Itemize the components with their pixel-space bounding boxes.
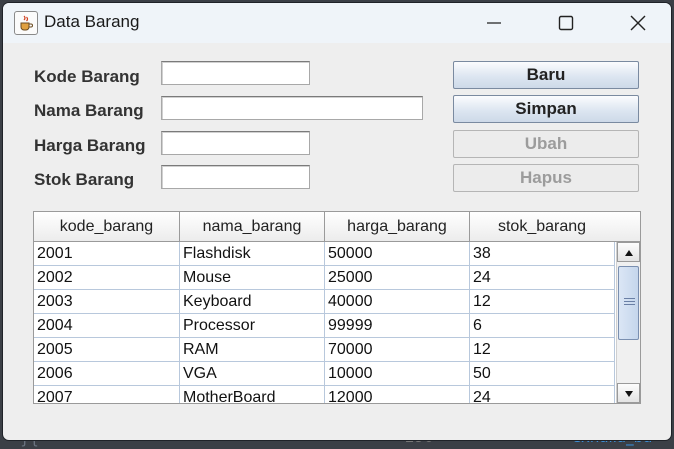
- table-row[interactable]: 2005 RAM 70000 12: [34, 338, 615, 362]
- harga-barang-label: Harga Barang: [34, 136, 146, 155]
- cell-nama-barang[interactable]: Mouse: [180, 266, 325, 290]
- table-header: kode_barang nama_barang harga_barang sto…: [34, 212, 640, 242]
- cell-stok-barang[interactable]: 24: [470, 386, 615, 403]
- cell-harga-barang[interactable]: 70000: [325, 338, 470, 362]
- baru-button[interactable]: Baru: [453, 61, 639, 89]
- arrow-up-icon: [625, 250, 633, 256]
- cell-harga-barang[interactable]: 25000: [325, 266, 470, 290]
- scroll-down-button[interactable]: [617, 383, 640, 403]
- table-row[interactable]: 2002 Mouse 25000 24: [34, 266, 615, 290]
- cell-stok-barang[interactable]: 24: [470, 266, 615, 290]
- table-row[interactable]: 2004 Processor 99999 6: [34, 314, 615, 338]
- cell-kode-barang[interactable]: 2002: [34, 266, 180, 290]
- kode-barang-label: Kode Barang: [34, 67, 140, 86]
- nama-barang-field[interactable]: [161, 96, 423, 120]
- cell-stok-barang[interactable]: 6: [470, 314, 615, 338]
- column-header-nama-barang[interactable]: nama_barang: [180, 212, 325, 241]
- title-bar[interactable]: Data Barang: [3, 3, 671, 43]
- cell-kode-barang[interactable]: 2004: [34, 314, 180, 338]
- cell-nama-barang[interactable]: RAM: [180, 338, 325, 362]
- minimize-button[interactable]: [471, 3, 517, 43]
- cell-nama-barang[interactable]: MotherBoard: [180, 386, 325, 403]
- cell-harga-barang[interactable]: 10000: [325, 362, 470, 386]
- minimize-icon: [487, 22, 501, 24]
- cell-kode-barang[interactable]: 2006: [34, 362, 180, 386]
- grip-icon: [624, 298, 635, 306]
- close-icon: [630, 15, 646, 31]
- arrow-down-icon: [625, 391, 633, 397]
- cell-kode-barang[interactable]: 2003: [34, 290, 180, 314]
- vertical-scrollbar[interactable]: [616, 242, 640, 403]
- cell-kode-barang[interactable]: 2007: [34, 386, 180, 403]
- cell-harga-barang[interactable]: 99999: [325, 314, 470, 338]
- data-barang-window: Data Barang Kode Barang Nama Barang Harg…: [3, 3, 671, 440]
- table-row[interactable]: 2003 Keyboard 40000 12: [34, 290, 615, 314]
- barang-table: kode_barang nama_barang harga_barang sto…: [33, 211, 641, 404]
- cell-nama-barang[interactable]: Processor: [180, 314, 325, 338]
- column-header-kode-barang[interactable]: kode_barang: [34, 212, 180, 241]
- cell-harga-barang[interactable]: 40000: [325, 290, 470, 314]
- maximize-icon: [558, 15, 574, 31]
- cell-stok-barang[interactable]: 12: [470, 338, 615, 362]
- cell-harga-barang[interactable]: 50000: [325, 242, 470, 266]
- table-body: 2001 Flashdisk 50000 38 2002 Mouse 25000…: [34, 242, 615, 403]
- cell-kode-barang[interactable]: 2005: [34, 338, 180, 362]
- cell-stok-barang[interactable]: 50: [470, 362, 615, 386]
- column-header-stok-barang[interactable]: stok_barang: [470, 212, 615, 241]
- cell-kode-barang[interactable]: 2001: [34, 242, 180, 266]
- close-button[interactable]: [615, 3, 661, 43]
- window-title: Data Barang: [44, 12, 140, 31]
- table-row[interactable]: 2006 VGA 10000 50: [34, 362, 615, 386]
- column-header-harga-barang[interactable]: harga_barang: [325, 212, 470, 241]
- cell-nama-barang[interactable]: Keyboard: [180, 290, 325, 314]
- table-row[interactable]: 2007 MotherBoard 12000 24: [34, 386, 615, 403]
- cell-nama-barang[interactable]: VGA: [180, 362, 325, 386]
- cell-nama-barang[interactable]: Flashdisk: [180, 242, 325, 266]
- maximize-button[interactable]: [543, 3, 589, 43]
- scroll-up-button[interactable]: [617, 242, 640, 262]
- scrollbar-thumb[interactable]: [618, 266, 639, 340]
- java-coffee-cup-icon[interactable]: [14, 11, 38, 35]
- hapus-button[interactable]: Hapus: [453, 164, 639, 192]
- ubah-button[interactable]: Ubah: [453, 130, 639, 158]
- kode-barang-field[interactable]: [161, 61, 310, 85]
- simpan-button[interactable]: Simpan: [453, 95, 639, 123]
- table-corner: [614, 212, 640, 241]
- cell-harga-barang[interactable]: 12000: [325, 386, 470, 403]
- stok-barang-field[interactable]: [161, 165, 310, 189]
- nama-barang-label: Nama Barang: [34, 101, 144, 120]
- stok-barang-label: Stok Barang: [34, 170, 135, 189]
- cell-stok-barang[interactable]: 38: [470, 242, 615, 266]
- table-row[interactable]: 2001 Flashdisk 50000 38: [34, 242, 615, 266]
- harga-barang-field[interactable]: [161, 131, 310, 155]
- cell-stok-barang[interactable]: 12: [470, 290, 615, 314]
